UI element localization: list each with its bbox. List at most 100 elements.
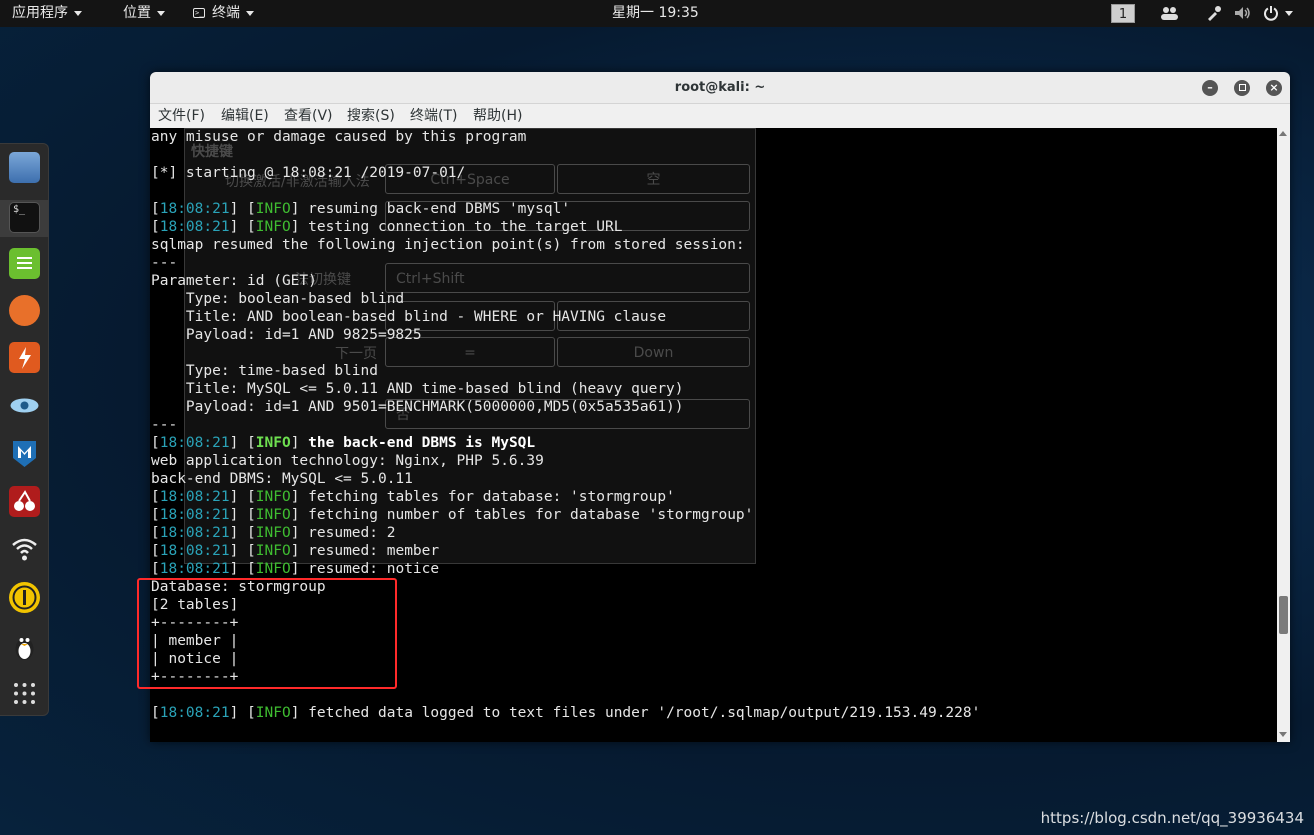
power-menu[interactable] <box>1263 0 1293 27</box>
highlight-box <box>137 578 397 689</box>
minimize-icon: – <box>1207 81 1213 94</box>
log-level: INFO <box>255 705 291 721</box>
menu-help[interactable]: 帮助(H) <box>473 104 522 128</box>
terminal-text: [ <box>151 489 160 505</box>
places-menu[interactable]: 位置 <box>123 0 165 27</box>
terminal-line: Title: AND boolean-based blind - WHERE o… <box>151 308 980 326</box>
terminal-line: [18:08:21] [INFO] resuming back-end DBMS… <box>151 200 980 218</box>
timestamp: 18:08:21 <box>159 435 230 451</box>
dropper-icon[interactable] <box>1206 0 1222 27</box>
eye-icon[interactable] <box>9 390 40 421</box>
scrollbar-thumb[interactable] <box>1279 596 1288 634</box>
minimize-button[interactable]: – <box>1202 80 1218 96</box>
scrollbar[interactable] <box>1277 128 1290 742</box>
title-bar[interactable]: root@kali: ~ – × <box>150 72 1290 104</box>
log-level: INFO <box>255 201 291 217</box>
terminal-line: [18:08:21] [INFO] fetching tables for da… <box>151 488 980 506</box>
terminal-line: Payload: id=1 AND 9825=9825 <box>151 326 980 344</box>
volume-icon[interactable] <box>1234 0 1252 27</box>
cherry-icon[interactable] <box>9 486 40 517</box>
terminal-text: [ <box>151 561 160 577</box>
clock[interactable]: 星期一 19:35 <box>612 0 699 27</box>
places-label: 位置 <box>123 5 151 21</box>
scroll-up-icon[interactable] <box>1279 131 1287 136</box>
menu-bar: 文件(F) 编辑(E) 查看(V) 搜索(S) 终端(T) 帮助(H) <box>150 104 1290 128</box>
terminal-text: ] [ <box>229 525 256 541</box>
terminal-text: --- <box>151 417 178 433</box>
log-level: INFO <box>255 525 291 541</box>
terminal-text: ] [ <box>229 507 256 523</box>
close-icon: × <box>1269 81 1279 94</box>
terminal-text: ] [ <box>229 435 256 451</box>
wifi-icon[interactable] <box>9 533 40 564</box>
files-icon[interactable] <box>9 152 40 183</box>
menu-edit[interactable]: 编辑(E) <box>221 104 269 128</box>
terminal-text: ] testing connection to the target URL <box>290 219 623 235</box>
terminal-text: any misuse or damage caused by this prog… <box>151 129 527 145</box>
applications-label: 应用程序 <box>12 5 68 21</box>
terminal-text: [ <box>151 507 160 523</box>
beef-icon[interactable] <box>9 582 40 613</box>
chevron-down-icon <box>74 10 82 16</box>
terminal-text: ] [ <box>229 489 256 505</box>
menu-terminal[interactable]: 终端(T) <box>410 104 457 128</box>
terminal-line: [18:08:21] [INFO] resumed: notice <box>151 560 980 578</box>
terminal-text: Payload: id=1 AND 9501=BENCHMARK(5000000… <box>151 399 684 415</box>
terminal-text: ] [ <box>229 219 256 235</box>
terminal-text: [ <box>151 201 160 217</box>
terminal-text: ] resumed: member <box>290 543 440 559</box>
applications-menu[interactable]: 应用程序 <box>12 0 82 27</box>
terminal-text: ] resumed: 2 <box>290 525 396 541</box>
timestamp: 18:08:21 <box>159 525 230 541</box>
terminal-line: --- <box>151 254 980 272</box>
firefox-icon[interactable] <box>9 295 40 326</box>
terminal-text: sqlmap resumed the following injection p… <box>151 237 745 253</box>
terminal-text: Type: boolean-based blind <box>151 291 405 307</box>
terminal-text: [ <box>151 543 160 559</box>
timestamp: 18:08:21 <box>159 507 230 523</box>
terminal-text: the back-end DBMS is MySQL <box>308 435 536 451</box>
terminal-text: web application technology: Nginx, PHP 5… <box>151 453 544 469</box>
terminal-text: ] fetched data logged to text files unde… <box>290 705 981 721</box>
app-grid-icon[interactable] <box>9 678 40 709</box>
terminal-icon[interactable]: $_ <box>9 202 40 233</box>
log-level: INFO <box>255 543 291 559</box>
log-level: INFO <box>255 489 291 505</box>
chevron-down-icon <box>1285 10 1293 16</box>
terminal-line: Type: boolean-based blind <box>151 290 980 308</box>
terminal-line: Type: time-based blind <box>151 362 980 380</box>
maximize-button[interactable] <box>1234 80 1250 96</box>
terminal-line: [18:08:21] [INFO] fetching number of tab… <box>151 506 980 524</box>
burpsuite-icon[interactable] <box>9 342 40 373</box>
terminal-line: web application technology: Nginx, PHP 5… <box>151 452 980 470</box>
terminal-text: ] [ <box>229 201 256 217</box>
terminal-text: ] [ <box>229 705 256 721</box>
metasploit-icon[interactable] <box>9 438 40 469</box>
terminal-line: [18:08:21] [INFO] fetched data logged to… <box>151 704 980 722</box>
terminal-line: [18:08:21] [INFO] resumed: member <box>151 542 980 560</box>
terminal-text: [ <box>151 219 160 235</box>
terminal-line: Parameter: id (GET) <box>151 272 980 290</box>
menu-view[interactable]: 查看(V) <box>284 104 333 128</box>
terminal-text: back-end DBMS: MySQL <= 5.0.11 <box>151 471 413 487</box>
menu-file[interactable]: 文件(F) <box>158 104 205 128</box>
notes-icon[interactable] <box>9 248 40 279</box>
timestamp: 18:08:21 <box>159 489 230 505</box>
chevron-down-icon <box>246 10 254 16</box>
terminal-text: Title: MySQL <= 5.0.11 AND time-based bl… <box>151 381 684 397</box>
close-button[interactable]: × <box>1266 80 1282 96</box>
tux-icon[interactable] <box>9 631 40 662</box>
workspace-indicator[interactable]: 1 <box>1111 4 1135 23</box>
menu-search[interactable]: 搜索(S) <box>347 104 395 128</box>
people-icon[interactable] <box>1160 0 1180 27</box>
terminal-text: Payload: id=1 AND 9825=9825 <box>151 327 422 343</box>
top-panel: 应用程序 位置 >_ 终端 星期一 19:35 1 <box>0 0 1314 27</box>
scroll-down-icon[interactable] <box>1279 732 1287 737</box>
terminal-line: any misuse or damage caused by this prog… <box>151 128 980 146</box>
terminal-line: back-end DBMS: MySQL <= 5.0.11 <box>151 470 980 488</box>
terminal-app-menu[interactable]: >_ 终端 <box>193 0 254 27</box>
timestamp: 18:08:21 <box>159 561 230 577</box>
terminal-text: Title: AND boolean-based blind - WHERE o… <box>151 309 667 325</box>
